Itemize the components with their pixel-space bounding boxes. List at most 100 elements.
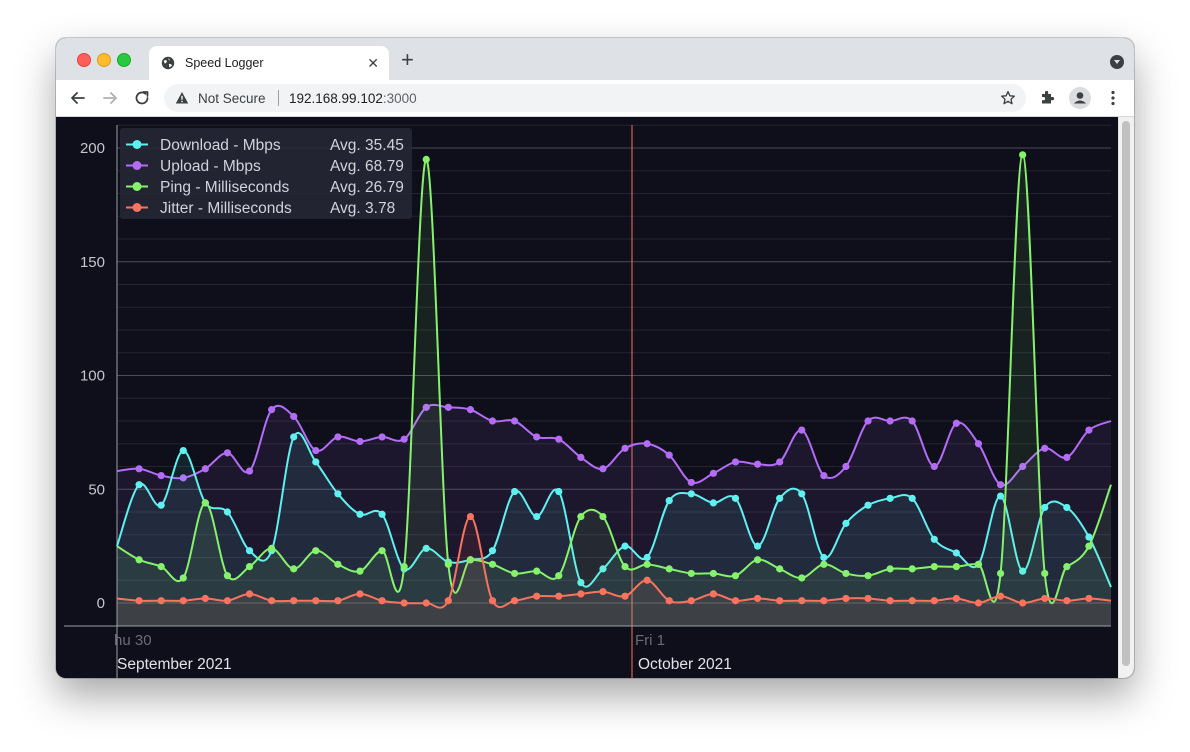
- data-point-upload[interactable]: [643, 440, 651, 448]
- data-point-upload[interactable]: [356, 437, 364, 446]
- zoom-window-button[interactable]: [117, 53, 131, 67]
- data-point-jitter[interactable]: [687, 597, 695, 605]
- data-point-upload[interactable]: [996, 481, 1005, 489]
- data-point-upload[interactable]: [334, 433, 342, 441]
- data-point-jitter[interactable]: [952, 594, 960, 603]
- data-point-ping[interactable]: [577, 512, 585, 521]
- data-point-jitter[interactable]: [886, 597, 894, 605]
- bookmark-star-icon[interactable]: [1000, 90, 1016, 106]
- data-point-ping[interactable]: [422, 155, 430, 163]
- data-point-jitter[interactable]: [290, 597, 298, 605]
- legend-item-download[interactable]: Download - Mbps Avg. 35.45: [126, 137, 404, 154]
- minimize-window-button[interactable]: [97, 53, 111, 67]
- data-point-ping[interactable]: [201, 499, 209, 507]
- data-point-upload[interactable]: [268, 406, 276, 414]
- data-point-upload[interactable]: [245, 467, 254, 475]
- data-point-ping[interactable]: [179, 574, 187, 582]
- data-point-download[interactable]: [952, 549, 960, 557]
- data-point-download[interactable]: [665, 497, 673, 505]
- data-point-jitter[interactable]: [1019, 599, 1027, 607]
- data-point-jitter[interactable]: [599, 588, 607, 596]
- data-point-download[interactable]: [223, 508, 232, 516]
- data-point-download[interactable]: [555, 487, 563, 496]
- data-point-upload[interactable]: [665, 451, 673, 459]
- data-point-ping[interactable]: [555, 572, 563, 580]
- data-point-download[interactable]: [930, 535, 938, 543]
- data-point-upload[interactable]: [599, 465, 607, 473]
- data-point-jitter[interactable]: [665, 597, 673, 605]
- data-point-ping[interactable]: [378, 547, 386, 555]
- data-point-ping[interactable]: [886, 565, 894, 573]
- data-point-upload[interactable]: [135, 465, 143, 473]
- warning-icon[interactable]: [175, 91, 189, 105]
- data-point-download[interactable]: [1041, 503, 1049, 512]
- data-point-jitter[interactable]: [555, 592, 563, 600]
- legend-item-jitter[interactable]: Jitter - Milliseconds Avg. 3.78: [126, 200, 395, 217]
- data-point-upload[interactable]: [400, 435, 408, 443]
- data-point-ping[interactable]: [709, 569, 718, 578]
- data-point-download[interactable]: [731, 494, 740, 502]
- data-point-jitter[interactable]: [422, 599, 430, 607]
- data-point-download[interactable]: [488, 547, 497, 555]
- data-point-ping[interactable]: [776, 565, 784, 573]
- data-point-jitter[interactable]: [731, 597, 740, 605]
- data-point-jitter[interactable]: [400, 599, 408, 607]
- data-point-download[interactable]: [511, 487, 519, 496]
- data-point-jitter[interactable]: [842, 594, 850, 603]
- data-point-upload[interactable]: [466, 406, 475, 414]
- url-text[interactable]: 192.168.99.102:3000: [289, 91, 417, 106]
- data-point-upload[interactable]: [488, 417, 497, 425]
- data-point-upload[interactable]: [1085, 426, 1093, 434]
- data-point-download[interactable]: [687, 490, 695, 498]
- data-point-jitter[interactable]: [577, 590, 585, 598]
- data-point-upload[interactable]: [290, 412, 298, 421]
- back-arrow-icon[interactable]: [67, 87, 89, 109]
- data-point-upload[interactable]: [312, 446, 320, 455]
- data-point-download[interactable]: [533, 512, 541, 521]
- data-point-jitter[interactable]: [974, 599, 983, 607]
- data-point-jitter[interactable]: [312, 597, 320, 605]
- data-point-ping[interactable]: [356, 567, 364, 575]
- data-point-ping[interactable]: [974, 560, 983, 568]
- data-point-jitter[interactable]: [488, 597, 497, 605]
- data-point-upload[interactable]: [731, 458, 740, 466]
- data-point-upload[interactable]: [908, 417, 916, 425]
- data-point-ping[interactable]: [223, 572, 232, 580]
- data-point-jitter[interactable]: [820, 597, 828, 605]
- tab-close-icon[interactable]: ✕: [367, 55, 379, 71]
- data-point-ping[interactable]: [665, 565, 673, 573]
- data-point-upload[interactable]: [776, 458, 784, 466]
- data-point-ping[interactable]: [334, 560, 342, 568]
- data-point-ping[interactable]: [511, 569, 519, 578]
- data-point-upload[interactable]: [864, 417, 872, 425]
- chart-legend[interactable]: Download - Mbps Avg. 35.45 Upload - Mbps…: [120, 128, 412, 219]
- data-point-jitter[interactable]: [908, 597, 916, 605]
- data-point-upload[interactable]: [687, 478, 695, 487]
- data-point-ping[interactable]: [1019, 151, 1027, 159]
- data-point-upload[interactable]: [201, 465, 209, 473]
- forward-arrow-icon[interactable]: [99, 87, 121, 109]
- close-window-button[interactable]: [77, 53, 91, 67]
- data-point-ping[interactable]: [135, 556, 143, 564]
- speed-chart[interactable]: 0 50 100 150 200 hu 30 September 2021 Fri 1 Oct…: [56, 117, 1119, 678]
- data-point-jitter[interactable]: [334, 597, 342, 605]
- data-point-jitter[interactable]: [378, 597, 386, 605]
- data-point-ping[interactable]: [1085, 542, 1093, 550]
- data-point-jitter[interactable]: [643, 576, 651, 584]
- address-bar[interactable]: Not Secure 192.168.99.102:3000: [164, 84, 1026, 112]
- data-point-ping[interactable]: [444, 560, 452, 568]
- data-point-ping[interactable]: [798, 574, 806, 582]
- data-point-jitter[interactable]: [511, 597, 519, 605]
- data-point-download[interactable]: [245, 547, 254, 555]
- data-point-jitter[interactable]: [533, 592, 541, 600]
- data-point-jitter[interactable]: [157, 597, 165, 605]
- data-point-ping[interactable]: [820, 560, 828, 568]
- data-point-jitter[interactable]: [268, 597, 276, 605]
- data-point-download[interactable]: [753, 542, 762, 550]
- tab-speed-logger[interactable]: Speed Logger ✕: [149, 46, 389, 80]
- data-point-ping[interactable]: [312, 547, 320, 555]
- data-point-jitter[interactable]: [223, 597, 232, 605]
- data-point-jitter[interactable]: [245, 590, 254, 598]
- data-point-ping[interactable]: [930, 563, 938, 571]
- data-point-upload[interactable]: [886, 417, 894, 425]
